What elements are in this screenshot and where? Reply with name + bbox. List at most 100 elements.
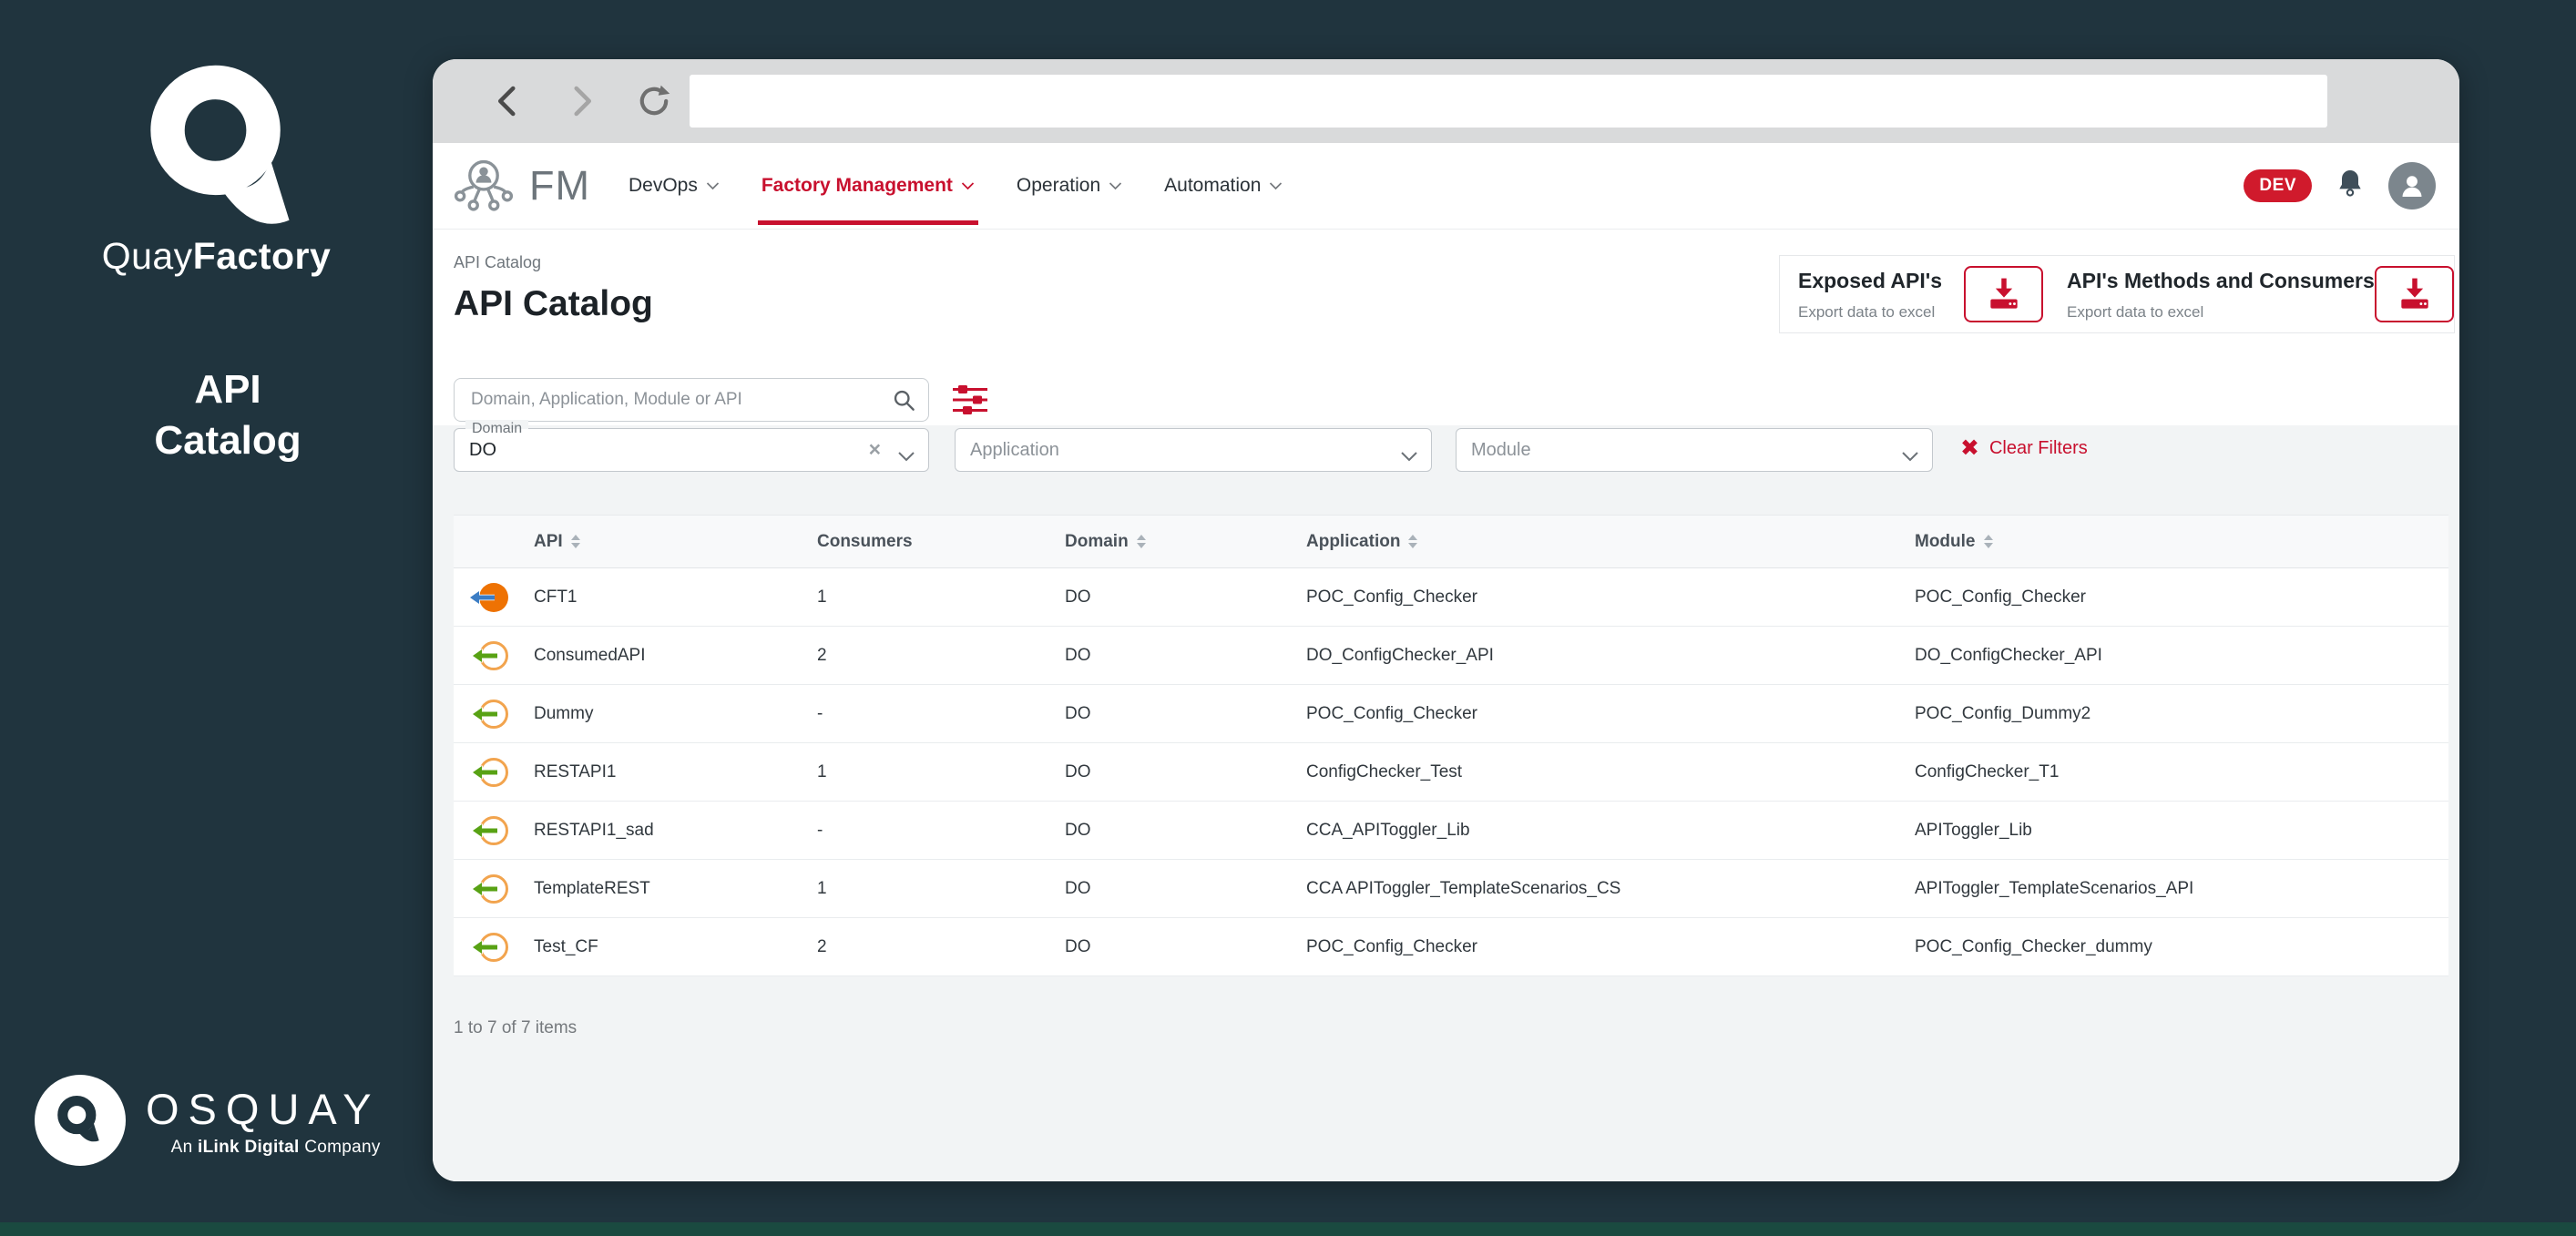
cell-domain: DO (1065, 646, 1306, 666)
chevron-down-icon (961, 181, 975, 190)
api-type-icon (454, 933, 534, 962)
cell-module: APIToggler_TemplateScenarios_API (1915, 879, 2448, 899)
cell-domain: DO (1065, 937, 1306, 957)
table-row[interactable]: Dummy - DO POC_Config_Checker POC_Config… (454, 685, 2448, 743)
cell-module: APIToggler_Lib (1915, 821, 2448, 841)
cell-api: TemplateREST (534, 879, 817, 899)
cell-module: ConfigChecker_T1 (1915, 762, 2448, 782)
brand-sidebar: QuayFactory API Catalog OSQUAY An iLink … (0, 0, 433, 1236)
export-subtitle: Export data to excel (1798, 303, 1942, 322)
table-header: API Consumers Domain Application (454, 516, 2448, 568)
download-excel-icon (1984, 274, 2024, 314)
export-card: Exposed API's Export data to excel API's… (1779, 255, 2455, 333)
table-row[interactable]: RESTAPI1_sad - DO CCA_APIToggler_Lib API… (454, 802, 2448, 860)
cell-application: DO_ConfigChecker_API (1306, 646, 1915, 666)
menu-item-factory-management[interactable]: Factory Management (762, 143, 975, 229)
fm-logo-text: FM (529, 162, 590, 209)
column-domain[interactable]: Domain (1065, 532, 1306, 552)
cell-consumers: 1 (817, 879, 1065, 899)
cell-consumers: 1 (817, 762, 1065, 782)
chevron-down-icon (897, 446, 915, 467)
column-consumers: Consumers (817, 532, 1065, 552)
navbar-right: DEV (2244, 162, 2436, 209)
api-type-icon (454, 758, 534, 787)
chevron-down-icon (1109, 181, 1122, 190)
filter-sliders-icon[interactable] (952, 384, 988, 415)
brand-name: QuayFactory (0, 235, 433, 278)
cell-consumers: - (817, 821, 1065, 841)
app-navbar: FM DevOps Factory Management Operation (433, 143, 2459, 230)
api-table: API Consumers Domain Application (454, 515, 2448, 976)
search-box (454, 378, 929, 422)
table-row[interactable]: ConsumedAPI 2 DO DO_ConfigChecker_API DO… (454, 627, 2448, 685)
page-title: API Catalog (454, 284, 653, 324)
api-type-icon (454, 816, 534, 845)
footer-tagline: An iLink Digital Company (146, 1138, 381, 1158)
api-type-icon (454, 641, 534, 670)
cell-application: CCA_APIToggler_Lib (1306, 821, 1915, 841)
sort-icon (1984, 535, 1993, 548)
column-module[interactable]: Module (1915, 532, 2448, 552)
cell-application: POC_Config_Checker (1306, 704, 1915, 724)
module-select[interactable]: Module (1456, 428, 1933, 472)
bell-icon[interactable] (2334, 168, 2366, 205)
cell-api: Test_CF (534, 937, 817, 957)
clear-filters-x-icon: ✖ (1960, 437, 1979, 460)
cell-consumers: 2 (817, 646, 1065, 666)
breadcrumb[interactable]: API Catalog (454, 253, 541, 272)
url-bar[interactable] (690, 75, 2327, 128)
menu-item-operation[interactable]: Operation (1017, 143, 1122, 229)
fm-logo[interactable]: FM (451, 155, 590, 217)
cell-module: DO_ConfigChecker_API (1915, 646, 2448, 666)
search-input[interactable] (454, 378, 929, 422)
environment-badge: DEV (2244, 169, 2312, 202)
cell-api: RESTAPI1 (534, 762, 817, 782)
export-exposed-apis-button[interactable] (1964, 266, 2043, 322)
column-application[interactable]: Application (1306, 532, 1915, 552)
active-tab-underline (758, 220, 978, 225)
domain-select-value: DO (469, 440, 496, 461)
export-title: Exposed API's (1798, 269, 1942, 293)
clear-domain-icon[interactable]: × (869, 437, 881, 462)
download-excel-icon (2395, 274, 2435, 314)
cell-application: CCA APIToggler_TemplateScenarios_CS (1306, 879, 1915, 899)
sidebar-page-label: API Catalog (0, 364, 455, 466)
osquay-wordmark: OSQUAY (146, 1084, 381, 1134)
menu-item-automation[interactable]: Automation (1164, 143, 1283, 229)
application-select[interactable]: Application (955, 428, 1432, 472)
application-select-placeholder: Application (970, 440, 1059, 461)
cell-consumers: 2 (817, 937, 1065, 957)
export-exposed-apis: Exposed API's Export data to excel (1798, 256, 1942, 332)
column-api[interactable]: API (534, 532, 817, 552)
cell-module: POC_Config_Dummy2 (1915, 704, 2448, 724)
menu-item-devops[interactable]: DevOps (629, 143, 720, 229)
cell-domain: DO (1065, 762, 1306, 782)
export-methods-consumers-button[interactable] (2375, 266, 2454, 322)
table-body: CFT1 1 DO POC_Config_Checker POC_Config_… (454, 568, 2448, 976)
search-icon[interactable] (892, 388, 916, 417)
cell-domain: DO (1065, 704, 1306, 724)
user-avatar[interactable] (2388, 162, 2436, 209)
cell-application: ConfigChecker_Test (1306, 762, 1915, 782)
table-row[interactable]: Test_CF 2 DO POC_Config_Checker POC_Conf… (454, 918, 2448, 976)
domain-select-label: Domain (465, 420, 528, 437)
clear-filters-button[interactable]: ✖ Clear Filters (1960, 437, 2088, 460)
desktop-background: QuayFactory API Catalog OSQUAY An iLink … (0, 0, 2576, 1236)
sort-icon (1408, 535, 1417, 548)
cell-api: RESTAPI1_sad (534, 821, 817, 841)
api-type-icon (454, 583, 534, 612)
table-row[interactable]: CFT1 1 DO POC_Config_Checker POC_Config_… (454, 568, 2448, 627)
chevron-down-icon (1269, 181, 1283, 190)
page-content: API Catalog API Catalog Exposed API's Ex… (433, 230, 2459, 1181)
domain-select[interactable]: Domain DO × (454, 428, 929, 472)
refresh-icon[interactable] (633, 80, 675, 122)
sort-icon (1137, 535, 1146, 548)
quayfactory-q-logo-icon (138, 53, 301, 249)
bottom-accent-strip (0, 1222, 2576, 1236)
back-icon[interactable] (487, 80, 529, 122)
table-row[interactable]: TemplateREST 1 DO CCA APIToggler_Templat… (454, 860, 2448, 918)
forward-icon[interactable] (560, 80, 602, 122)
main-menu: DevOps Factory Management Operation Auto… (629, 143, 1283, 229)
table-row[interactable]: RESTAPI1 1 DO ConfigChecker_Test ConfigC… (454, 743, 2448, 802)
clear-filters-label: Clear Filters (1989, 438, 2088, 459)
